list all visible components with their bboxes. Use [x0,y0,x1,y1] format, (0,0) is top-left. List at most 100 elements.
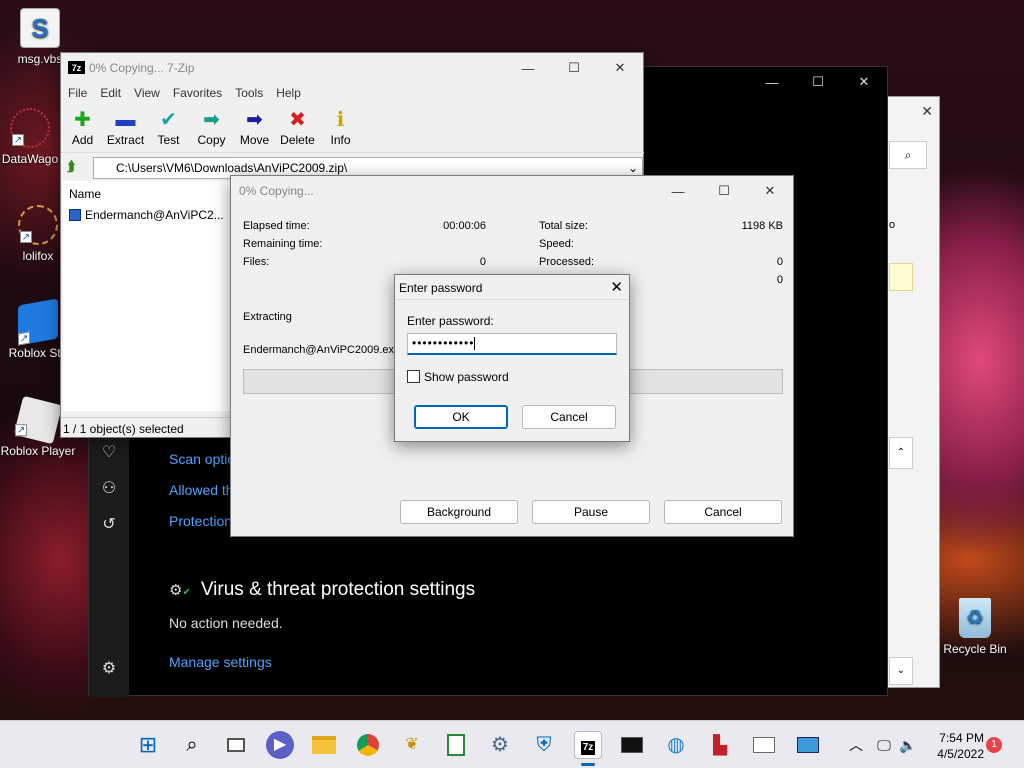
menu-edit[interactable]: Edit [93,83,127,103]
list-item[interactable]: Endermanch@AnViPC2... [69,208,224,222]
delete-label: Delete [280,133,315,147]
settings-icon[interactable]: ⚙ [99,659,119,679]
close-icon[interactable]: ✕ [841,67,887,97]
files-value: 0 [479,256,486,268]
section-heading: ⚙✔ Virus & threat protection settings [169,579,475,601]
section-title: Virus & threat protection settings [200,579,476,600]
caption-buttons: — ☐ ✕ [749,67,887,97]
scan-options-link[interactable]: Scan optio [169,451,235,467]
ok-button[interactable]: OK [414,405,508,429]
allowed-threats-link[interactable]: Allowed th [169,482,234,498]
taskbar-clock[interactable]: 7:54 PM 4/5/2022 [937,730,984,762]
window-title: 0% Copying... [239,184,314,198]
vbs-script-icon: S [20,8,60,48]
extract-icon: ▬ [115,109,136,131]
elapsed-value: 00:00:06 [443,220,486,232]
close-icon[interactable]: ✕ [597,53,643,83]
task-view-icon[interactable] [222,731,250,759]
chevron-down-icon[interactable]: ⌄ [628,161,638,175]
menu-bar: File Edit View Favorites Tools Help [61,83,307,103]
caption-buttons: — ☐ ✕ [505,53,643,83]
notepad-icon[interactable] [442,731,470,759]
minimize-icon[interactable]: — [505,53,551,83]
close-icon[interactable]: ✕ [921,103,933,120]
shortcut-arrow-icon: ↗ [20,231,32,243]
minimize-icon[interactable]: — [655,176,701,206]
test-button[interactable]: ✔ Test [147,107,190,152]
close-icon[interactable]: ✕ [747,176,793,206]
move-label: Move [239,133,270,147]
operation-label: Extracting [243,311,292,323]
sevenzip-icon[interactable]: 7z [574,731,602,759]
move-icon: ➡ [246,109,263,131]
start-icon[interactable]: ⊞ [134,731,162,759]
search-icon[interactable]: ⌕ [889,141,927,169]
maximize-icon[interactable]: ☐ [551,53,597,83]
recycle-bin-icon: ♻ [959,598,991,638]
history-icon[interactable]: ↺ [99,515,119,535]
menu-help[interactable]: Help [269,83,307,103]
cancel-button[interactable]: Cancel [522,405,616,429]
desktop-icon-recycle-bin[interactable]: ♻ Recycle Bin [935,598,1015,656]
highlight-box [889,263,913,291]
search-icon[interactable]: ⌕ [178,731,206,759]
menu-favorites[interactable]: Favorites [166,83,228,103]
add-label: Add [71,133,94,147]
minimize-icon[interactable]: — [749,67,795,97]
sevenzip-logo-icon: 7z [68,61,85,74]
extract-label: Extract [106,133,145,147]
password-input[interactable]: •••••••••••• [407,333,617,355]
defender-icon[interactable]: ⛨ [530,731,558,759]
maximize-icon[interactable]: ☐ [701,176,747,206]
terminal-icon[interactable] [618,731,646,759]
notification-badge[interactable]: 1 [986,737,1002,753]
compressed-value: 0 [776,274,783,286]
volume-icon[interactable]: 🔈 [894,731,922,759]
copy-button[interactable]: ➡ Copy [190,107,233,152]
remote-desktop-icon[interactable] [794,731,822,759]
manage-settings-link[interactable]: Manage settings [169,654,272,670]
chevron-up-icon[interactable]: ︿ [842,731,870,759]
browser-icon[interactable]: ◍ [662,731,690,759]
exe-file-icon [69,209,81,221]
info-button[interactable]: ℹ Info [319,107,362,152]
folder-up-icon[interactable]: ⮭ [67,158,87,178]
family-icon[interactable]: ⚇ [99,479,119,499]
file-explorer-icon[interactable] [310,731,338,759]
copy-label: Copy [197,133,226,147]
toolbar: ✚ Add ▬ Extract ✔ Test ➡ Copy ➡ Move ✖ Delete … [61,107,644,153]
menu-view[interactable]: View [127,83,166,103]
maximize-icon[interactable]: ☐ [795,67,841,97]
background-button[interactable]: Background [400,500,518,524]
protection-history-link[interactable]: Protection [169,513,232,529]
delete-button[interactable]: ✖ Delete [276,107,319,152]
menu-file[interactable]: File [61,83,93,103]
processed-value: 0 [776,256,783,268]
address-text: C:\Users\VM6\Downloads\AnViPC2009.zip\ [116,161,348,175]
settings-icon[interactable]: ⚙ [486,731,514,759]
column-header-name[interactable]: Name [69,187,101,201]
show-password-checkbox[interactable] [407,370,420,383]
health-icon[interactable]: ♡ [99,443,119,463]
chrome-icon[interactable] [354,731,382,759]
move-button[interactable]: ➡ Move [233,107,276,152]
firefox-icon[interactable]: ❦ [398,731,426,759]
processed-label: Processed: [539,256,595,268]
cancel-button[interactable]: Cancel [664,500,782,524]
add-button[interactable]: ✚ Add [61,107,104,152]
chevron-down-icon[interactable]: ⌄ [889,657,913,685]
reader-icon[interactable] [750,731,778,759]
teams-chat-icon[interactable]: ▶ [266,731,294,759]
show-password-label[interactable]: Show password [424,370,509,384]
roblox-player-icon: ↗ [13,395,63,445]
chevron-up-icon[interactable]: ⌃ [889,437,913,469]
paint-icon[interactable]: ▙ [706,731,734,759]
password-dialog[interactable]: Enter password ✕ Enter password: •••••••… [394,274,630,442]
copy-icon: ➡ [203,109,220,131]
total-size-label: Total size: [539,220,588,232]
menu-tools[interactable]: Tools [228,83,269,103]
test-icon: ✔ [160,109,177,131]
close-icon[interactable]: ✕ [610,278,623,296]
extract-button[interactable]: ▬ Extract [104,107,147,152]
pause-button[interactable]: Pause [532,500,650,524]
